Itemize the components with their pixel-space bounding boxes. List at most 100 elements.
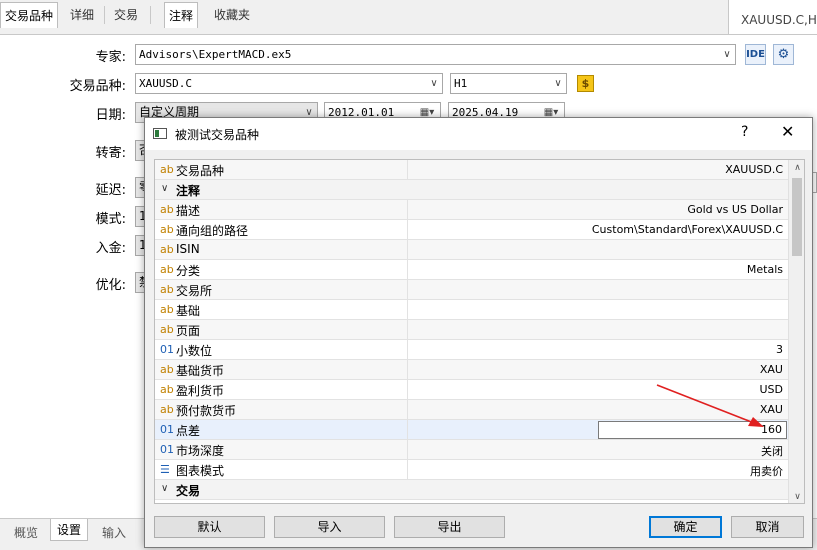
ok-button[interactable]: 确定	[649, 516, 722, 538]
dollar-icon[interactable]: $	[577, 75, 594, 92]
dialog-title-bar: 被测试交易品种 ? ✕	[145, 118, 812, 150]
chevron-down-icon: ∨	[723, 49, 731, 60]
property-row[interactable]: 01 小数位 3	[155, 340, 788, 360]
property-name: 图表模式	[176, 464, 225, 478]
column-divider	[407, 220, 408, 240]
property-row[interactable]: ab 交易所	[155, 280, 788, 300]
property-name: 分类	[176, 264, 201, 278]
property-row[interactable]: ab 描述 Gold vs US Dollar	[155, 200, 788, 220]
property-row[interactable]: ab 基础	[155, 300, 788, 320]
tab-separator	[104, 6, 105, 24]
property-name: 市场深度	[176, 444, 225, 458]
chevron-down-icon[interactable]: ∨	[161, 483, 168, 494]
export-button[interactable]: 导出	[394, 516, 505, 538]
tab-separator	[150, 6, 151, 24]
column-divider	[407, 300, 408, 320]
category-name: 交易	[176, 484, 201, 498]
optimize-label: 优化:	[95, 278, 126, 293]
property-row[interactable]: ☰ 图表模式 用卖价	[155, 460, 788, 480]
expert-label: 专家:	[95, 50, 126, 65]
model-label: 模式:	[95, 212, 126, 227]
ide-button[interactable]: IDE	[745, 44, 766, 65]
string-type-icon: ab	[160, 303, 174, 316]
cancel-button[interactable]: 取消	[731, 516, 804, 538]
expert-select[interactable]: Advisors\ExpertMACD.ex5 ∨	[135, 44, 736, 65]
property-row[interactable]: ab 通向组的路径 Custom\Standard\Forex\XAUUSD.C	[155, 220, 788, 240]
column-divider	[407, 380, 408, 400]
dialog-title: 被测试交易品种	[175, 128, 260, 142]
numeric-type-icon: 01	[160, 443, 174, 456]
timeframe-select[interactable]: H1 ∨	[450, 73, 567, 94]
string-type-icon: ab	[160, 323, 174, 336]
property-row[interactable]: ab 分类 Metals	[155, 260, 788, 280]
tab-favorites[interactable]: 收藏夹	[210, 2, 254, 28]
property-value: Custom\Standard\Forex\XAUUSD.C	[591, 223, 783, 236]
column-divider	[407, 280, 408, 300]
scroll-down-icon[interactable]: ∨	[789, 489, 804, 503]
window-icon	[153, 128, 167, 139]
column-divider	[407, 200, 408, 220]
property-name: 通向组的路径	[176, 224, 249, 238]
property-name: 描述	[176, 204, 201, 218]
property-row[interactable]: ab 交易品种 XAUUSD.C	[155, 160, 788, 180]
property-name: ISIN	[176, 242, 200, 256]
tab-details[interactable]: 详细	[66, 2, 98, 28]
symbol-label: 交易品种:	[69, 79, 126, 94]
timeframe-value: H1	[454, 77, 468, 90]
column-divider	[407, 400, 408, 420]
column-divider	[407, 320, 408, 340]
string-type-icon: ab	[160, 243, 174, 256]
symbol-value: XAUUSD.C	[139, 77, 192, 90]
tab-symbols[interactable]: 交易品种	[0, 2, 59, 28]
column-divider	[407, 440, 408, 460]
tab-comments[interactable]: 注释	[164, 2, 199, 28]
numeric-type-icon: 01	[160, 343, 174, 356]
string-type-icon: ab	[160, 383, 174, 396]
property-row[interactable]: ab 页面	[155, 320, 788, 340]
category-name: 注释	[176, 184, 201, 198]
property-value: Metals	[746, 263, 783, 276]
tab-settings[interactable]: 设置	[50, 519, 89, 541]
property-row[interactable]: ab ISIN	[155, 240, 788, 260]
property-name: 点差	[176, 424, 201, 438]
chart-window-tab[interactable]: XAUUSD.C,H1	[728, 0, 817, 34]
close-icon[interactable]: ✕	[781, 122, 794, 141]
chevron-down-icon[interactable]: ∨	[161, 183, 168, 194]
property-name: 交易品种	[176, 164, 225, 178]
tab-overview[interactable]: 概览	[8, 522, 44, 544]
deposit-label: 入金:	[95, 241, 126, 256]
property-row[interactable]: 01 市场深度 关闭	[155, 440, 788, 460]
tab-trading[interactable]: 交易	[110, 2, 142, 28]
chevron-down-icon: ∨	[554, 78, 562, 89]
string-type-icon: ab	[160, 223, 174, 236]
property-name: 小数位	[176, 344, 213, 358]
string-type-icon: ab	[160, 403, 174, 416]
symbol-select[interactable]: XAUUSD.C ∨	[135, 73, 443, 94]
arrow-head	[748, 417, 764, 427]
tab-inputs[interactable]: 输入	[96, 522, 132, 544]
category-row[interactable]: ∨ 交易	[155, 480, 788, 500]
property-name: 预付款货币	[176, 404, 237, 418]
vertical-scrollbar[interactable]: ∧ ∨	[788, 160, 804, 503]
scroll-up-icon[interactable]: ∧	[789, 160, 804, 176]
gear-icon[interactable]: ⚙	[773, 44, 794, 65]
column-divider	[407, 460, 408, 480]
property-value: 关闭	[761, 445, 783, 458]
scroll-thumb[interactable]	[792, 178, 802, 256]
help-button[interactable]: ?	[741, 124, 748, 140]
property-grid: ab 交易品种 XAUUSD.C ∨ 注释 ab 描述 Gold vs US Dollar ab…	[154, 159, 805, 504]
string-type-icon: ab	[160, 263, 174, 276]
property-name: 页面	[176, 324, 201, 338]
column-divider	[407, 260, 408, 280]
import-button[interactable]: 导入	[274, 516, 385, 538]
property-value: 用卖价	[750, 465, 783, 478]
property-name: 交易所	[176, 284, 213, 298]
string-type-icon: ab	[160, 363, 174, 376]
list-type-icon: ☰	[160, 463, 170, 476]
default-button[interactable]: 默认	[154, 516, 265, 538]
property-name: 基础货币	[176, 364, 225, 378]
category-row[interactable]: ∨ 注释	[155, 180, 788, 200]
property-name: 基础	[176, 304, 201, 318]
column-divider	[407, 160, 408, 180]
string-type-icon: ab	[160, 283, 174, 296]
